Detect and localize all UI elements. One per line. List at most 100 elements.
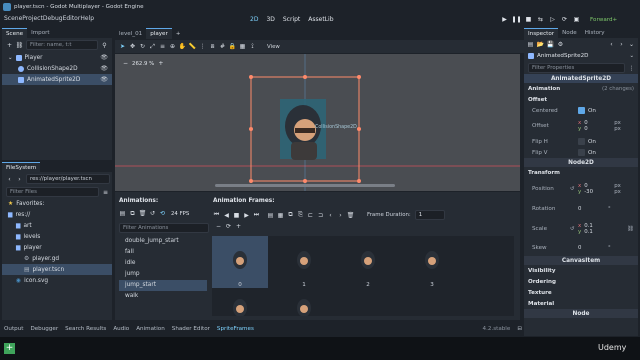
tab-filesystem[interactable]: FileSystem [2, 161, 41, 173]
play-custom-icon[interactable]: ⟳ [560, 15, 569, 24]
tab-inspector[interactable]: Inspector [524, 28, 559, 39]
animation-item[interactable]: idle [119, 258, 207, 269]
file-player-gd[interactable]: ⚙ player.gd [2, 253, 112, 264]
tree-item-animatedsprite2d[interactable]: AnimatedSprite2D 👁 [2, 74, 112, 85]
ruler-tool-icon[interactable]: 📏 [189, 43, 196, 50]
checkbox-unchecked-icon[interactable] [578, 149, 585, 156]
pause-icon[interactable]: ❚❚ [511, 15, 521, 24]
tab-search-results[interactable]: Search Results [65, 326, 106, 332]
file-player-tscn[interactable]: ▤ player.tscn [2, 264, 112, 275]
scene-filter-input[interactable]: Filter: name, t:t [26, 40, 98, 50]
tab-spriteframes[interactable]: SpriteFrames [217, 326, 254, 332]
duplicate-icon[interactable]: ⧉ [129, 210, 136, 217]
paste-frame-icon[interactable]: ⎘ [297, 211, 304, 219]
resource-options-icon[interactable]: ⚙ [557, 41, 564, 48]
snap-icon[interactable]: ⧈ [209, 43, 216, 50]
tab-node[interactable]: Node [558, 28, 581, 38]
zoom-in-icon[interactable]: + [235, 223, 242, 230]
grid-icon[interactable]: # [219, 43, 226, 50]
tab-scene[interactable]: Scene [2, 27, 28, 39]
animation-item-selected[interactable]: jump_start [119, 280, 207, 291]
renderer-select[interactable]: Forward+ [590, 17, 617, 23]
frame-duration-field[interactable]: 1 [414, 210, 445, 220]
mode-assetlib[interactable]: AssetLib [308, 16, 333, 23]
autoplay-icon[interactable]: ⟲ [159, 210, 166, 217]
tab-shader-editor[interactable]: Shader Editor [172, 326, 210, 332]
checkbox-checked-icon[interactable] [578, 107, 585, 114]
fps-field[interactable]: 24 FPS [171, 211, 189, 217]
forward-icon[interactable]: › [16, 176, 23, 183]
insert-empty-after-icon[interactable]: ⊐ [317, 212, 324, 219]
layout-icon[interactable]: ⊟ [517, 326, 522, 332]
view-menu[interactable]: View [267, 44, 280, 50]
group-icon[interactable]: ▦ [239, 43, 246, 50]
insert-empty-before-icon[interactable]: ⊏ [307, 212, 314, 219]
add-node-icon[interactable]: + [6, 42, 13, 49]
stop-icon[interactable]: ■ [524, 15, 533, 24]
visibility-eye-icon[interactable]: 👁 [100, 65, 108, 72]
section-material[interactable]: Material [524, 298, 638, 309]
zoom-out-icon[interactable]: − [123, 60, 128, 67]
add-frame-file-icon[interactable]: ▤ [267, 212, 274, 219]
frame-thumb[interactable]: 3 [404, 236, 460, 288]
history-back-icon[interactable]: ‹ [608, 41, 615, 48]
zoom-reset-icon[interactable]: ⟳ [225, 223, 232, 230]
section-transform[interactable]: Transform [524, 167, 638, 178]
select-tool-icon[interactable]: ➤ [119, 43, 126, 50]
frame-thumb[interactable]: 2 [340, 236, 396, 288]
tab-history[interactable]: History [581, 28, 609, 38]
tab-animation[interactable]: Animation [136, 326, 165, 332]
menu-editor[interactable]: Editor [63, 15, 81, 22]
move-tool-icon[interactable]: ✥ [129, 43, 136, 50]
movie-maker-icon[interactable]: ▣ [572, 15, 581, 24]
viewport-2d[interactable]: − 262.9 % + CollisionShape2D [115, 54, 520, 191]
section-animation[interactable]: Animation (2 changes) [524, 83, 638, 94]
play-backwards-icon[interactable]: ◀ [223, 212, 230, 219]
move-left-icon[interactable]: ‹ [327, 212, 334, 219]
zoom-in-icon[interactable]: + [158, 60, 163, 67]
scale-y-field[interactable]: 0.1 [584, 229, 614, 235]
rotation-field[interactable]: 0 [578, 206, 608, 212]
tab-audio[interactable]: Audio [113, 326, 129, 332]
visibility-eye-icon[interactable]: 👁 [100, 76, 108, 83]
scale-tool-icon[interactable]: ⤢ [149, 43, 156, 50]
mode-script[interactable]: Script [283, 16, 300, 23]
tab-import[interactable]: Import [27, 28, 54, 38]
move-right-icon[interactable]: › [337, 212, 344, 219]
lock-icon[interactable]: 🔒 [229, 43, 236, 50]
zoom-level[interactable]: 262.9 % [132, 61, 154, 67]
play-icon[interactable]: ▶ [500, 15, 509, 24]
pan-tool-icon[interactable]: ✋ [179, 43, 186, 50]
remote-debug-icon[interactable]: ⇆ [536, 15, 545, 24]
h-scrollbar[interactable] [115, 184, 520, 189]
path-field[interactable]: res://player/player.tscn [26, 174, 110, 184]
delete-icon[interactable]: 🗑 [139, 210, 147, 217]
list-tool-icon[interactable]: ≡ [159, 43, 166, 50]
mode-2d[interactable]: 2D [250, 16, 258, 23]
h-scroll-thumb[interactable] [215, 184, 395, 187]
back-icon[interactable]: ‹ [6, 176, 13, 183]
new-animation-icon[interactable]: ▤ [119, 210, 126, 217]
frame-thumb[interactable]: 0 [212, 236, 268, 288]
frame-thumb[interactable]: 1 [276, 236, 332, 288]
skew-field[interactable]: 0 [578, 245, 608, 251]
property-filter-input[interactable]: Filter Properties [528, 63, 626, 73]
delete-frame-icon[interactable]: 🗑 [347, 212, 355, 219]
open-icon[interactable]: 📂 [537, 41, 544, 48]
folder-player[interactable]: ▆ player [2, 242, 112, 253]
section-texture[interactable]: Texture [524, 287, 638, 298]
file-icon-svg[interactable]: ◉ icon.svg [2, 275, 112, 286]
revert-icon[interactable]: ↺ [570, 186, 578, 192]
tab-level-01[interactable]: level_01 [115, 29, 146, 39]
history-list-icon[interactable]: ⌄ [628, 41, 635, 48]
bone-icon[interactable]: ⟟ [249, 43, 256, 50]
checkbox-unchecked-icon[interactable] [578, 138, 585, 145]
play-forward-icon[interactable]: ▶ [243, 212, 250, 219]
pivot-tool-icon[interactable]: ⊕ [169, 43, 176, 50]
inspector-object-row[interactable]: AnimatedSprite2D ⌄ [524, 50, 638, 62]
frame-thumb[interactable] [276, 292, 332, 316]
play-scene-icon[interactable]: ▷ [548, 15, 557, 24]
folder-root[interactable]: ▆ res:// [2, 209, 112, 220]
collapse-arrow-icon[interactable]: ⌄ [8, 55, 13, 61]
menu-project[interactable]: Project [22, 15, 43, 22]
